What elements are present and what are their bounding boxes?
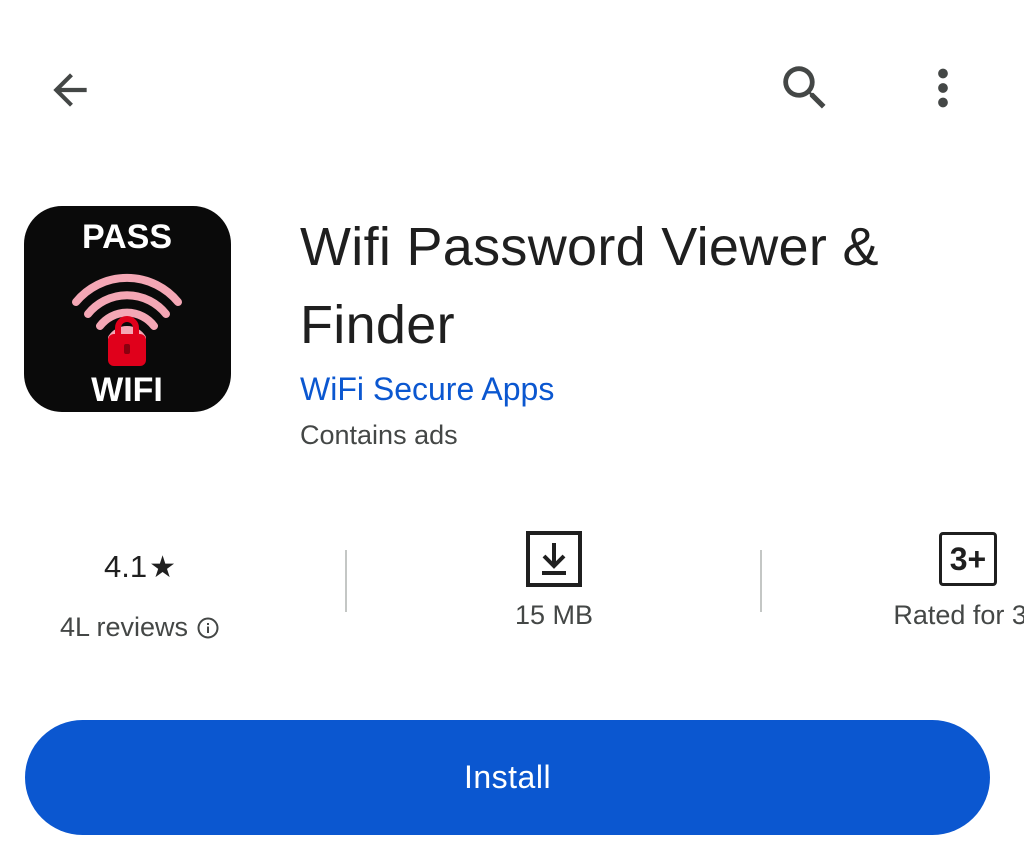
search-button[interactable] (765, 48, 845, 128)
app-title: Wifi Password Viewer & Finder (300, 217, 879, 355)
more-options-button[interactable] (903, 48, 983, 128)
age-rating-label: Rated for 3+ (893, 600, 1024, 630)
stat-divider (760, 550, 762, 612)
back-button[interactable] (30, 50, 110, 130)
content-rating-stat[interactable]: 3+ Rated for 3+ (858, 530, 1024, 631)
install-label: Install (463, 759, 552, 795)
developer-link[interactable]: WiFi Secure Apps (300, 371, 554, 408)
reviews-row: 4L reviews (30, 612, 250, 643)
size-stat: 15 MB (444, 530, 664, 631)
arrow-left-icon (53, 73, 87, 107)
stat-divider (345, 550, 347, 612)
app-details-page: PASS WIFI Wifi Password Viewer & Finder … (0, 0, 1024, 857)
app-icon-top-text: PASS (82, 218, 172, 256)
rating-stat[interactable]: 4.1 ★ 4L reviews (30, 538, 250, 643)
contains-ads-label: Contains ads (300, 420, 458, 450)
rating-value: 4.1 (103, 549, 148, 584)
more-vert-icon (938, 68, 948, 108)
app-icon-bottom-text: WIFI (91, 371, 163, 409)
install-button[interactable]: Install (25, 720, 990, 835)
info-icon[interactable] (196, 616, 220, 640)
download-icon-row (444, 530, 664, 588)
download-icon (526, 531, 582, 587)
star-icon: ★ (149, 550, 176, 584)
age-badge-row: 3+ (858, 530, 1024, 588)
search-icon (783, 66, 826, 109)
wifi-icon (72, 273, 182, 342)
age-rating-badge: 3+ (939, 532, 997, 586)
app-icon: PASS WIFI (24, 206, 231, 412)
rating-value-row: 4.1 ★ (30, 538, 250, 596)
reviews-count: 4L reviews (59, 612, 189, 642)
app-size: 15 MB (514, 600, 594, 630)
